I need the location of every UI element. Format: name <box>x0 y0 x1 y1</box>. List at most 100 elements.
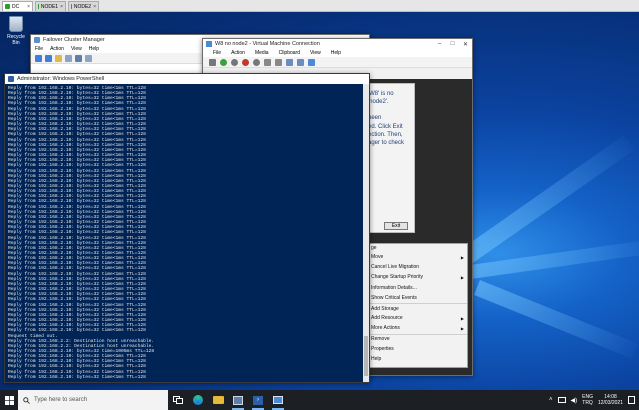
notifications-icon[interactable] <box>628 396 635 404</box>
help-icon[interactable] <box>75 54 82 62</box>
powershell-console[interactable]: Reply from 192.168.2.10: bytes=32 time<1… <box>5 84 363 382</box>
menu-view[interactable]: View <box>310 50 321 56</box>
taskbar-hyperv[interactable] <box>268 390 288 410</box>
minimize-button[interactable]: – <box>433 39 446 49</box>
menu-clipboard[interactable]: Clipboard <box>279 50 300 56</box>
powershell-titlebar[interactable]: Administrator: Windows PowerShell <box>5 74 369 84</box>
close-button[interactable]: ✕ <box>459 39 472 49</box>
context-menu-item[interactable]: More Actions ▶ <box>367 323 467 333</box>
context-menu-item[interactable]: Add Resource ▶ <box>367 313 467 323</box>
vm-connection-titlebar[interactable]: W8 no node2 - Virtual Machine Connection… <box>203 39 472 49</box>
close-icon[interactable]: × <box>93 4 96 10</box>
submenu-arrow-icon: ▶ <box>460 315 464 321</box>
console-tree-icon[interactable] <box>65 54 72 62</box>
save-icon[interactable] <box>253 58 260 66</box>
menu-file[interactable]: File <box>213 50 221 56</box>
context-menu-item-label: Move <box>371 254 384 261</box>
context-menu-item[interactable]: Show Critical Events <box>367 293 467 303</box>
dialog-line: ed. Click Exit <box>368 123 403 130</box>
taskbar-file-explorer[interactable] <box>208 390 228 410</box>
powershell-window[interactable]: Administrator: Windows PowerShell Reply … <box>4 73 370 383</box>
edge-icon <box>193 395 203 405</box>
context-menu-item-label: More Actions <box>371 325 400 332</box>
context-menu-item-label: Help <box>371 355 382 362</box>
context-menu-item[interactable]: Add Storage <box>367 302 467 313</box>
properties-icon[interactable] <box>85 54 92 62</box>
menu-help[interactable]: Help <box>89 46 99 52</box>
vm-tab-node1[interactable]: NODE1 × <box>35 1 66 11</box>
taskbar-server-manager[interactable] <box>228 390 248 410</box>
revert-icon[interactable] <box>297 58 304 66</box>
menu-action[interactable]: Action <box>231 50 245 56</box>
close-icon[interactable]: × <box>27 4 30 10</box>
context-menu-item[interactable]: Remove <box>367 333 467 344</box>
close-icon[interactable]: × <box>60 4 63 10</box>
context-menu-item[interactable]: Cancel Live Migration <box>367 262 467 272</box>
clock-date: 12/03/2021 <box>597 400 623 406</box>
wallpaper-light-beam <box>474 280 638 359</box>
clock[interactable]: 14:08 12/03/2021 <box>598 394 623 407</box>
folder-icon[interactable] <box>55 54 62 62</box>
recycle-bin-shortcut[interactable]: Recycle Bin <box>3 16 29 46</box>
recycle-bin-icon <box>9 16 23 32</box>
vm-connection-title: W8 no node2 - Virtual Machine Connection <box>215 41 320 47</box>
recycle-bin-label: Recycle Bin <box>7 34 25 46</box>
powershell-scrollbar[interactable] <box>363 84 369 382</box>
task-view-button[interactable] <box>168 390 188 410</box>
powershell-icon <box>8 76 14 82</box>
volume-icon[interactable]: ◀) <box>571 397 578 404</box>
start-icon[interactable] <box>220 58 227 66</box>
menu-action[interactable]: Action <box>50 46 64 52</box>
pause-icon[interactable] <box>264 58 271 66</box>
forward-arrow-icon[interactable] <box>45 54 52 62</box>
menu-help[interactable]: Help <box>331 50 341 56</box>
vm-tab-node2[interactable]: NODE2 × <box>68 1 99 11</box>
ctrl-alt-del-icon[interactable] <box>209 58 216 66</box>
turn-off-icon[interactable] <box>231 58 238 66</box>
context-menu-item-label: Properties <box>371 345 394 352</box>
search-placeholder: Type here to search <box>34 397 88 403</box>
dialog-line: 'node2'. <box>368 99 389 106</box>
language-indicator[interactable]: ENG TRQ <box>582 394 593 406</box>
context-menu-item-label: Change Startup Priority <box>371 274 423 281</box>
menu-view[interactable]: View <box>71 46 82 52</box>
menu-file[interactable]: File <box>35 46 43 52</box>
context-menu-item[interactable]: Move ▶ <box>367 252 467 262</box>
checkpoint-icon[interactable] <box>286 58 293 66</box>
context-menu-item-label: Show Critical Events <box>371 294 417 301</box>
taskbar-powershell[interactable]: › <box>248 390 268 410</box>
maximize-button[interactable]: □ <box>446 39 459 49</box>
start-button[interactable] <box>0 390 18 410</box>
taskbar-search-box[interactable]: Type here to search <box>18 390 168 410</box>
context-menu-item[interactable]: Change Startup Priority ▶ <box>367 272 467 282</box>
chevron-up-icon[interactable]: ˄ <box>549 397 553 403</box>
context-menu-item-label: Remove <box>371 336 390 343</box>
dialog-line <box>368 106 414 114</box>
menu-media[interactable]: Media <box>255 50 269 56</box>
context-menu-item[interactable]: Help <box>367 354 467 364</box>
taskbar-edge[interactable] <box>188 390 208 410</box>
server-manager-icon <box>233 395 243 405</box>
back-arrow-icon[interactable] <box>35 54 42 62</box>
context-menu-item-label: Information Details... <box>371 284 417 291</box>
context-menu-item[interactable]: Properties <box>367 344 467 354</box>
reset-icon[interactable] <box>275 58 282 66</box>
context-menu-item[interactable]: Information Details... <box>367 283 467 293</box>
network-icon[interactable] <box>557 397 566 403</box>
vm-tab-dc[interactable]: DC × <box>2 1 33 11</box>
enhanced-session-icon[interactable] <box>308 58 315 66</box>
vm-error-dialog: 'W8' is no 'node2'. been ed. Click Exit … <box>367 83 415 233</box>
context-menu: ge Move ▶ Cancel Live Migration Change Star… <box>366 243 468 368</box>
task-view-icon <box>173 396 183 404</box>
scrollbar-thumb[interactable] <box>364 336 368 376</box>
region-code: TRQ <box>582 400 593 406</box>
powershell-icon: › <box>253 395 263 405</box>
submenu-arrow-icon: ▶ <box>460 274 464 280</box>
vm-icon <box>38 4 39 9</box>
shutdown-icon[interactable] <box>242 58 249 66</box>
exit-button[interactable]: Exit <box>384 222 408 230</box>
search-icon <box>23 396 30 404</box>
vm-connection-icon <box>206 41 212 47</box>
context-menu-item-label: Cancel Live Migration <box>371 264 420 271</box>
dialog-line: ager to check <box>368 140 405 147</box>
